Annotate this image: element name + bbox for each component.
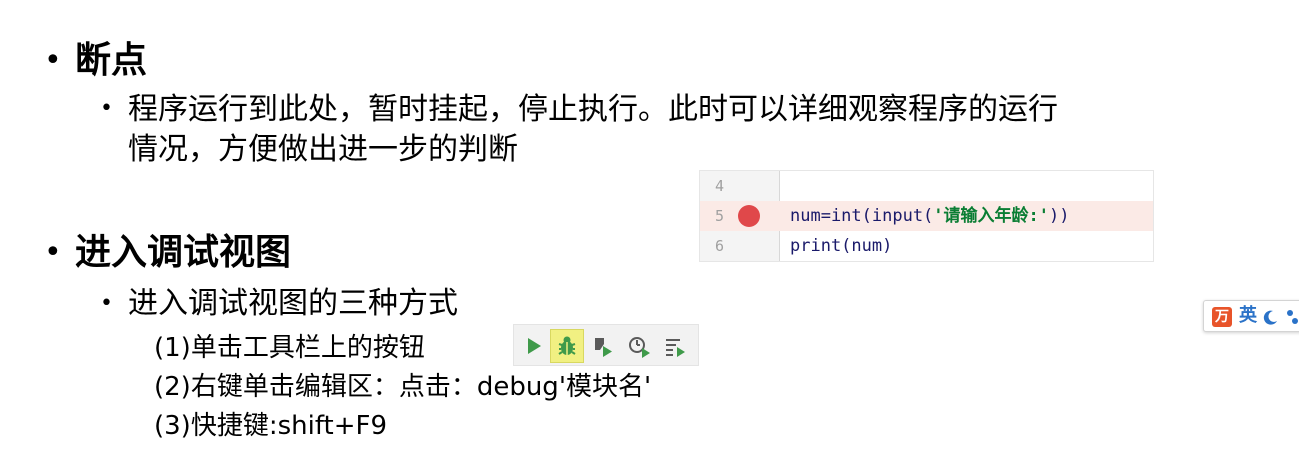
punctuation-icon[interactable] — [1284, 307, 1299, 327]
section-title-debug-view: 进入调试视图 — [75, 232, 292, 273]
method-context-menu: (2)右键单击编辑区：点击：debug'模块名' — [154, 372, 652, 402]
bullet-dot: • — [100, 291, 113, 316]
debug-toolbar — [513, 324, 699, 366]
profile-button[interactable] — [622, 329, 656, 363]
section-title-breakpoint: 断点 — [75, 40, 148, 81]
code-line: 6 print(num) — [700, 231, 1153, 261]
run-with-coverage-icon — [595, 338, 612, 357]
moon-icon[interactable] — [1262, 308, 1280, 326]
ime-language-toggle[interactable]: 英 — [1239, 304, 1257, 328]
ime-logo-icon: 万 — [1212, 307, 1232, 327]
code-line-breakpoint: 5 num=int(input('请输入年龄:')) — [700, 201, 1153, 231]
code-editor-snippet: 4 5 num=int(input('请输入年龄:')) 6 print(num… — [699, 170, 1154, 262]
code-text: print(num) — [790, 236, 893, 256]
bullet-dot: • — [100, 96, 113, 121]
bullet-dot: • — [44, 235, 62, 270]
profile-icon — [629, 337, 650, 358]
breakpoint-description-line2: 情况，方便做出进一步的判断 — [128, 132, 518, 167]
line-number: 5 — [714, 207, 724, 225]
ime-status-bar[interactable]: 万 英 — [1203, 300, 1299, 332]
debug-bug-icon — [558, 336, 576, 355]
line-number: 6 — [714, 237, 724, 255]
run-button[interactable] — [516, 329, 550, 363]
run-concurrency-button[interactable] — [658, 329, 692, 363]
code-text: num=int(input('请输入年龄:')) — [790, 206, 1070, 226]
bullet-dot: • — [44, 43, 62, 78]
debug-button[interactable] — [550, 329, 584, 363]
code-line: 4 — [700, 171, 1153, 201]
run-icon — [528, 338, 541, 354]
method-shortcut: (3)快捷键:shift+F9 — [154, 411, 388, 441]
run-concurrency-icon — [666, 339, 685, 357]
run-with-coverage-button[interactable] — [586, 329, 620, 363]
method-toolbar-button: (1)单击工具栏上的按钮 — [154, 333, 425, 363]
breakpoint-description-line1: 程序运行到此处，暂时挂起，停止执行。此时可以详细观察程序的运行 — [128, 92, 1058, 127]
line-number: 4 — [714, 177, 724, 195]
breakpoint-icon[interactable] — [738, 205, 760, 227]
string-literal: '请输入年龄:' — [933, 206, 1050, 226]
debug-view-methods-heading: 进入调试视图的三种方式 — [128, 286, 458, 321]
